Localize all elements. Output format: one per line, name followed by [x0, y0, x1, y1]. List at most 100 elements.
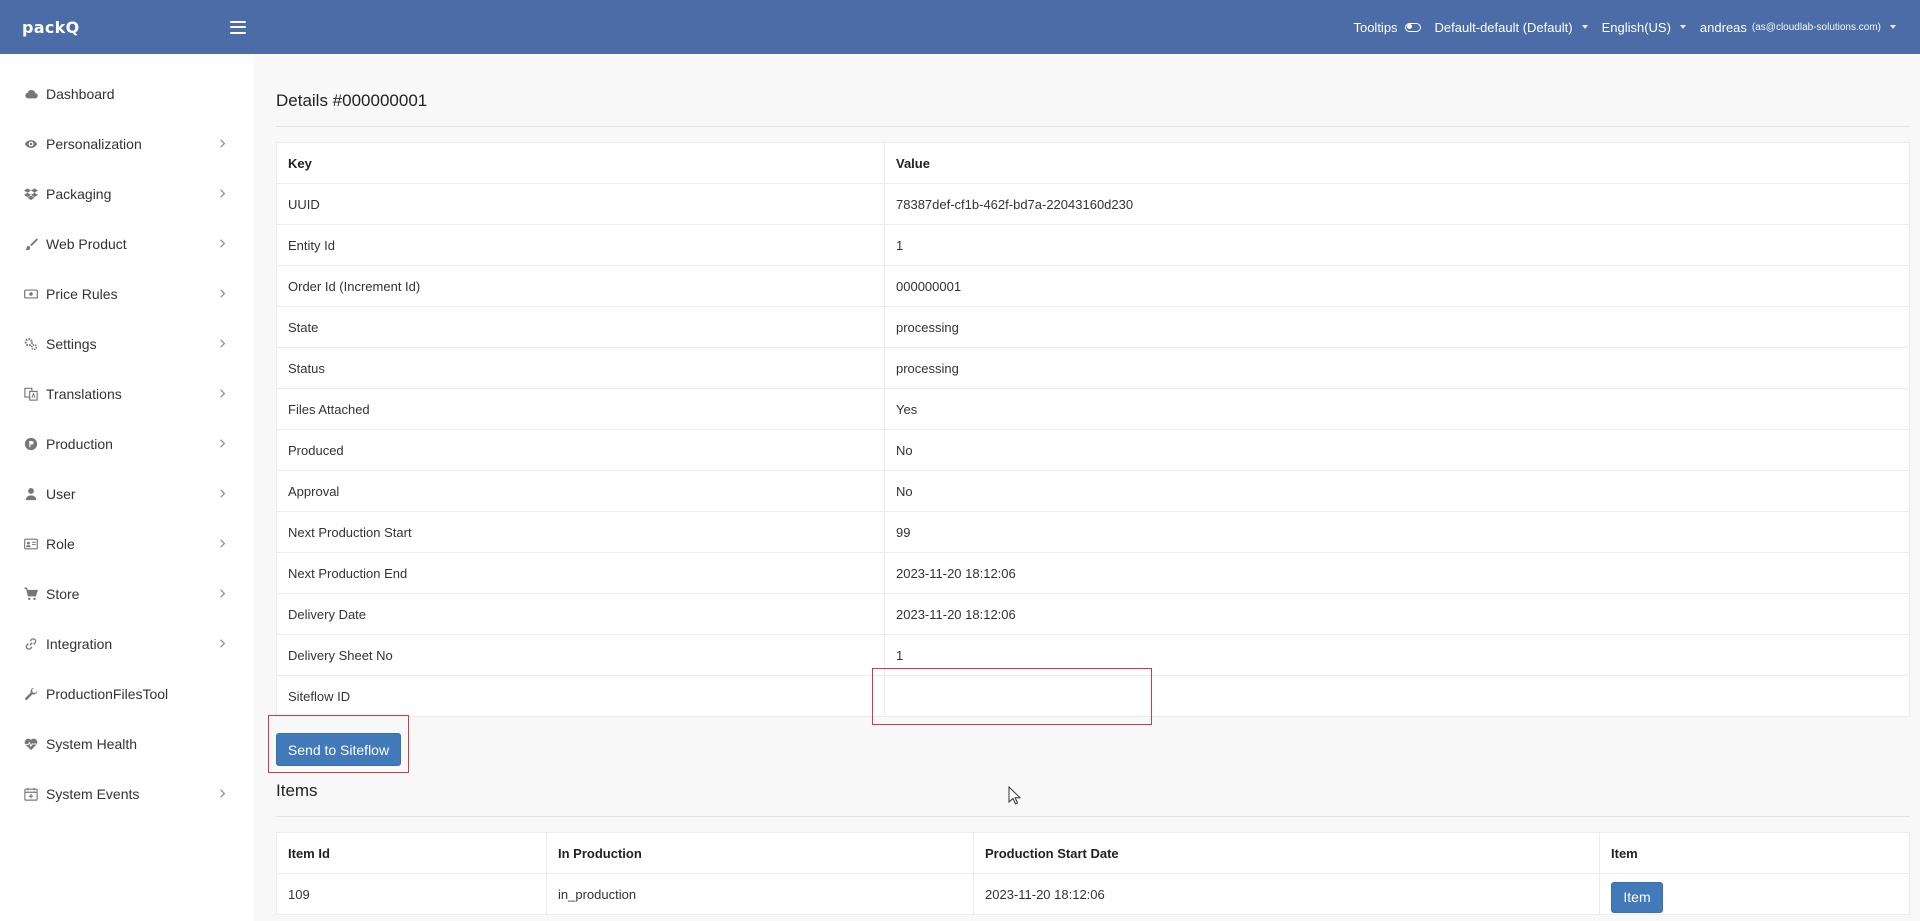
row-key: Delivery Sheet No	[276, 634, 885, 676]
row-key: Next Production End	[276, 552, 885, 594]
main-content: Details #000000001 Key Value UUID 78387de…	[254, 54, 1920, 921]
row-key: Next Production Start	[276, 511, 885, 553]
row-key: Files Attached	[276, 388, 885, 430]
chevron-right-icon	[220, 239, 226, 248]
in-production-cell: in_production	[546, 873, 974, 915]
language-selector[interactable]: English(US)	[1602, 20, 1686, 35]
table-row: Delivery Sheet No 1	[276, 634, 1910, 676]
sidebar-item-production[interactable]: Production	[0, 424, 254, 464]
table-row: Next Production End 2023-11-20 18:12:06	[276, 552, 1910, 594]
item-button[interactable]: Item	[1611, 881, 1663, 913]
sidebar-item-label: Price Rules	[46, 286, 118, 302]
item-id-cell: 109	[276, 873, 547, 915]
row-value: processing	[884, 347, 1910, 389]
sidebar-item-web-product[interactable]: Web Product	[0, 224, 254, 264]
sidebar-item-label: System Health	[46, 736, 138, 752]
title-divider	[276, 126, 1910, 127]
sidebar-item-production-files-tool[interactable]: ProductionFilesTool	[0, 674, 254, 714]
cloud-icon	[24, 87, 38, 101]
money-bill-icon	[24, 287, 38, 301]
chevron-right-icon	[220, 289, 226, 298]
production-start-date-cell: 2023-11-20 18:12:06	[973, 873, 1600, 915]
table-row: Next Production Start 99	[276, 511, 1910, 553]
sidebar: Dashboard Personalization Packaging Web …	[0, 54, 254, 921]
user-menu[interactable]: andreas (as@cloudlab-solutions.com)	[1700, 20, 1896, 35]
link-icon	[24, 637, 38, 651]
sidebar-item-label: Packaging	[46, 186, 112, 202]
chevron-right-icon	[220, 439, 226, 448]
chevron-right-icon	[220, 589, 226, 598]
store-selector[interactable]: Default-default (Default)	[1435, 20, 1588, 35]
row-key: Order Id (Increment Id)	[276, 265, 885, 307]
store-selector-label: Default-default (Default)	[1434, 19, 1573, 35]
gears-icon	[24, 337, 38, 351]
sidebar-item-translations[interactable]: Translations	[0, 374, 254, 414]
row-value: No	[884, 429, 1910, 471]
row-key: Siteflow ID	[276, 675, 885, 717]
sidebar-item-system-events[interactable]: System Events	[0, 774, 254, 814]
sidebar-item-label: Dashboard	[46, 86, 115, 102]
sidebar-item-label: System Events	[46, 786, 140, 802]
sidebar-item-role[interactable]: Role	[0, 524, 254, 564]
wrench-icon	[24, 687, 38, 701]
row-value: 78387def-cf1b-462f-bd7a-22043160d230	[884, 183, 1910, 225]
sidebar-item-label: Web Product	[46, 236, 127, 252]
app-logo[interactable]: packQ	[22, 18, 79, 37]
send-to-siteflow-button[interactable]: Send to Siteflow	[276, 733, 401, 766]
product-hunt-icon	[24, 437, 38, 451]
row-value: 1	[884, 224, 1910, 266]
row-key: Entity Id	[276, 224, 885, 266]
table-row: Order Id (Increment Id) 000000001	[276, 265, 1910, 307]
box-icon	[24, 187, 38, 201]
chevron-right-icon	[220, 389, 226, 398]
row-key: State	[276, 306, 885, 348]
items-divider	[276, 816, 1910, 817]
column-header-production-start-date: Production Start Date	[973, 832, 1600, 874]
sidebar-item-user[interactable]: User	[0, 474, 254, 514]
column-header-key: Key	[276, 142, 885, 184]
sidebar-item-system-health[interactable]: System Health	[0, 724, 254, 764]
row-value: 99	[884, 511, 1910, 553]
table-row: Status processing	[276, 347, 1910, 389]
table-header-row: Item Id In Production Production Start D…	[276, 832, 1910, 874]
chevron-right-icon	[220, 789, 226, 798]
heartbeat-icon	[24, 737, 38, 751]
id-card-icon	[24, 537, 38, 551]
sidebar-item-integration[interactable]: Integration	[0, 624, 254, 664]
menu-toggle-icon[interactable]	[230, 20, 247, 34]
table-row: Produced No	[276, 429, 1910, 471]
sidebar-item-packaging[interactable]: Packaging	[0, 174, 254, 214]
sidebar-item-label: Settings	[46, 336, 97, 352]
page-title: Details #000000001	[276, 91, 428, 110]
sidebar-item-price-rules[interactable]: Price Rules	[0, 274, 254, 314]
sidebar-item-store[interactable]: Store	[0, 574, 254, 614]
user-icon	[24, 487, 38, 501]
sidebar-item-personalization[interactable]: Personalization	[0, 124, 254, 164]
items-section-title: Items	[276, 781, 318, 800]
calendar-plus-icon	[24, 787, 38, 801]
sidebar-item-settings[interactable]: Settings	[0, 324, 254, 364]
tooltips-toggle[interactable]: Tooltips	[1353, 19, 1421, 35]
chevron-right-icon	[220, 489, 226, 498]
shopping-cart-icon	[24, 587, 38, 601]
table-row: Approval No	[276, 470, 1910, 512]
table-row: Delivery Date 2023-11-20 18:12:06	[276, 593, 1910, 635]
column-header-item: Item	[1599, 832, 1910, 874]
language-icon	[24, 387, 38, 401]
brush-icon	[24, 237, 38, 251]
tooltips-label: Tooltips	[1353, 19, 1398, 35]
row-value: 1	[884, 634, 1910, 676]
siteflow-id-value	[884, 675, 1910, 717]
row-key: Delivery Date	[276, 593, 885, 635]
sidebar-item-dashboard[interactable]: Dashboard	[0, 74, 254, 114]
row-value: Yes	[884, 388, 1910, 430]
column-header-item-id: Item Id	[276, 832, 547, 874]
item-action-cell: Item	[1599, 873, 1910, 915]
table-row: UUID 78387def-cf1b-462f-bd7a-22043160d230	[276, 183, 1910, 225]
top-header: packQ Tooltips Default-default (Default)…	[0, 0, 1920, 54]
sidebar-item-label: Production	[46, 436, 113, 452]
column-header-value: Value	[884, 142, 1910, 184]
sidebar-item-label: Integration	[46, 636, 113, 652]
items-table: Item Id In Production Production Start D…	[276, 832, 1910, 915]
sidebar-item-label: Personalization	[46, 136, 142, 152]
